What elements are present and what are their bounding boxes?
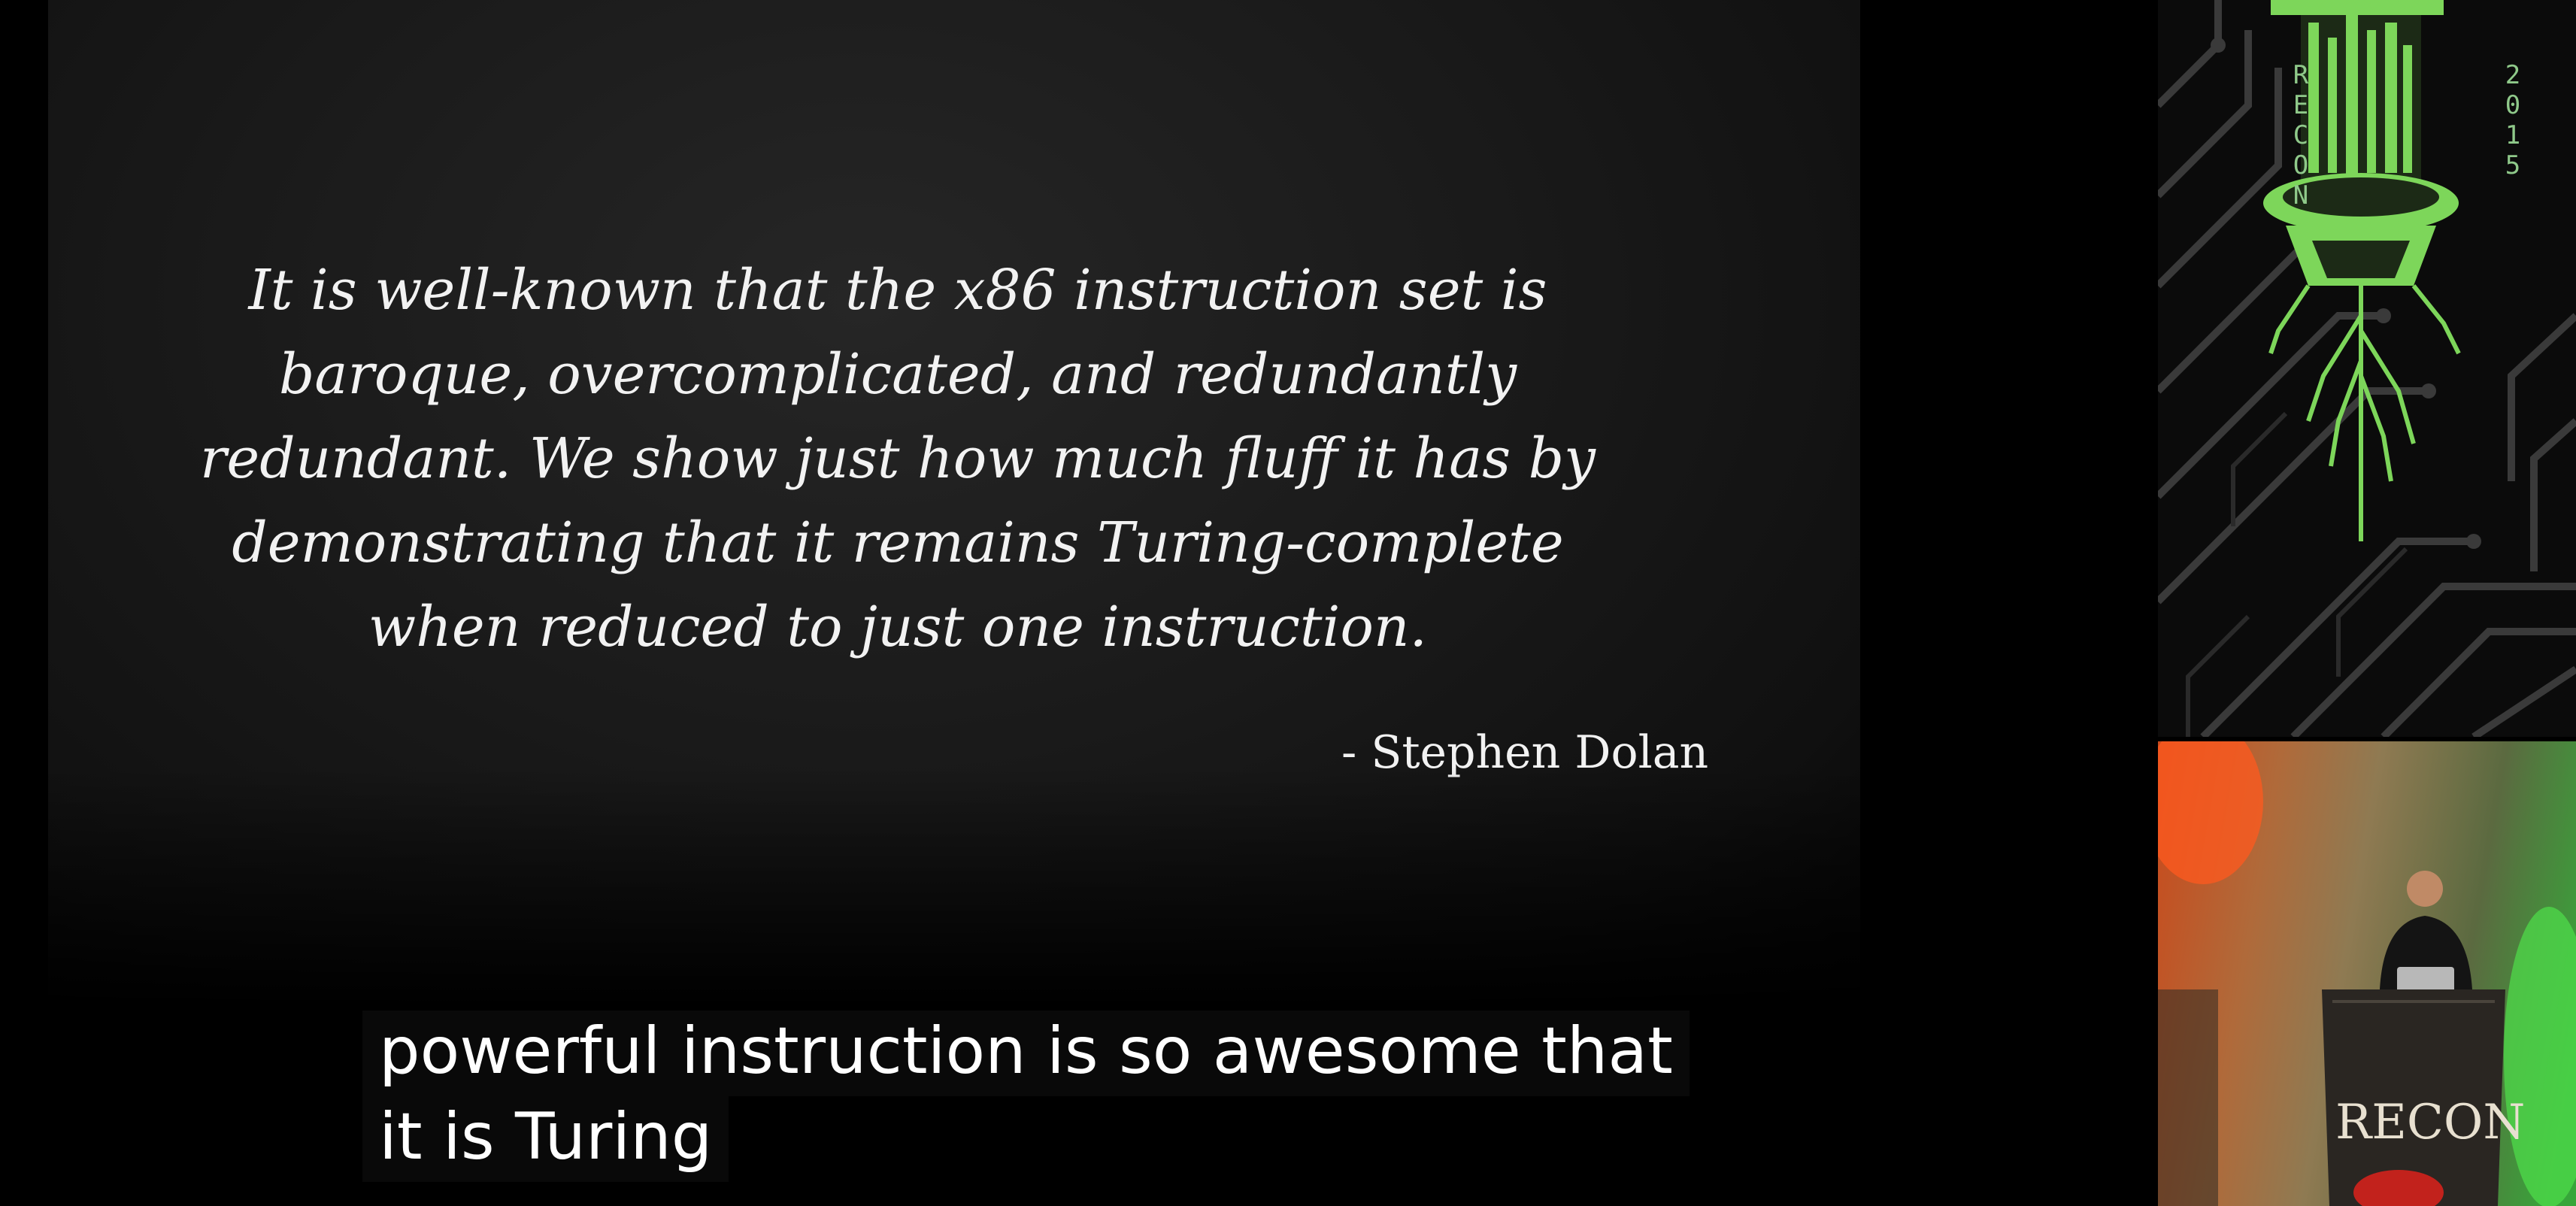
speaker-camera-feed: RECON: [2158, 741, 2576, 1206]
quote-line: It is well-known that the x86 instructio…: [248, 258, 1547, 323]
logo-vertical-text-right: 2015: [2505, 60, 2521, 180]
quote-line: redundant. We show just how much fluff i…: [200, 426, 1596, 491]
video-player[interactable]: It is well-known that the x86 instructio…: [0, 0, 2576, 1206]
closed-captions: powerful instruction is so awesome that …: [362, 1011, 1690, 1182]
quote-line: demonstrating that it remains Turing-com…: [232, 511, 1564, 575]
slide-quote: It is well-known that the x86 instructio…: [199, 248, 1597, 669]
caption-line: powerful instruction is so awesome that: [362, 1011, 1690, 1096]
slide-fade: [48, 767, 1860, 1008]
quote-line: when reduced to just one instruction.: [368, 595, 1428, 659]
caption-line: it is Turing: [362, 1096, 729, 1182]
presentation-slide: It is well-known that the x86 instructio…: [48, 0, 1860, 1008]
conference-logo-panel: RECON 2015: [2158, 0, 2576, 737]
logo-vertical-text-left: RECON: [2293, 60, 2309, 211]
quote-line: baroque, overcomplicated, and redundantl…: [278, 342, 1517, 407]
podium-logo-text: RECON: [2335, 1095, 2526, 1150]
